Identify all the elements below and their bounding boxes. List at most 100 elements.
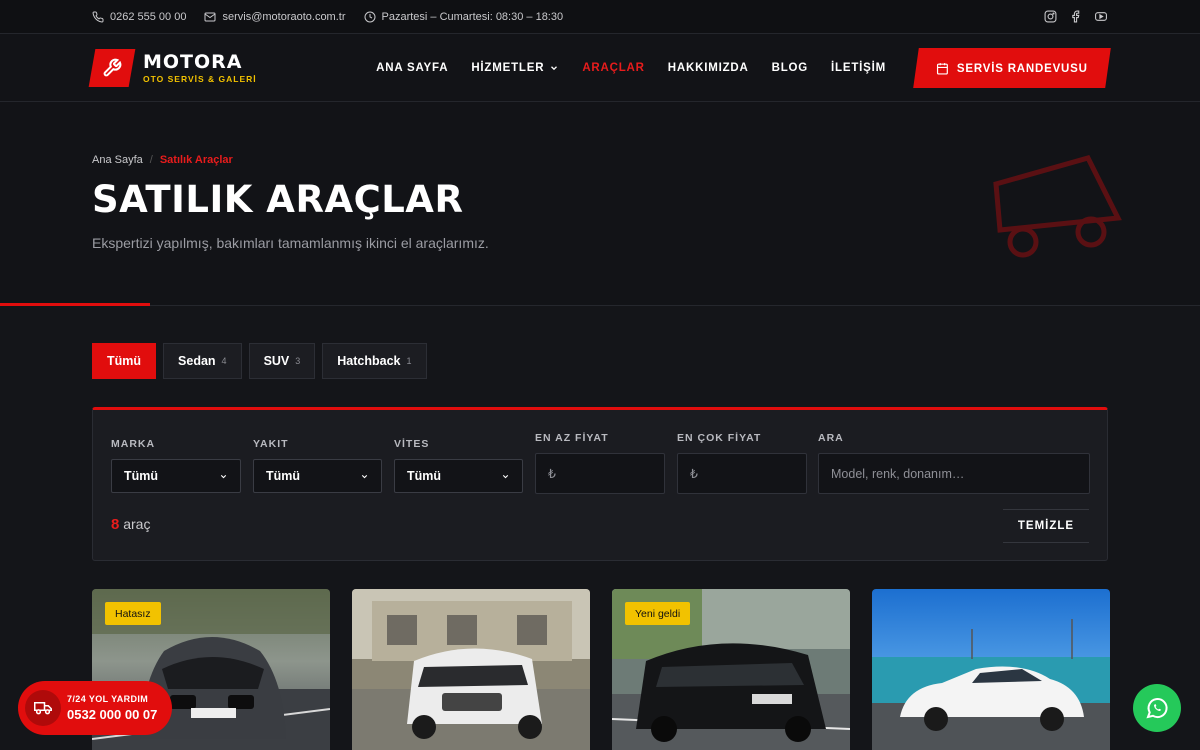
social-links: [1044, 10, 1108, 23]
phone-icon: [92, 10, 104, 22]
nav-label: ARAÇLAR: [582, 61, 645, 74]
whatsapp-button[interactable]: [1133, 684, 1181, 732]
instagram-icon[interactable]: [1044, 10, 1057, 23]
status-badge: Hatasız: [105, 602, 161, 625]
cta-label: SERVİS RANDEVUSU: [957, 61, 1088, 74]
tab-hatchback[interactable]: Hatchback 1: [322, 343, 427, 379]
breadcrumb: Ana Sayfa / Satılık Araçlar: [92, 154, 1108, 166]
car-card-3[interactable]: Yeni geldi: [612, 589, 850, 750]
nav-label: ANA SAYFA: [376, 61, 449, 74]
input-placeholder: ₺: [548, 467, 556, 481]
whatsapp-icon: [1146, 698, 1168, 719]
youtube-icon[interactable]: [1094, 10, 1108, 23]
nav-item-services[interactable]: HİZMETLER: [471, 62, 559, 74]
select-value: Tümü: [124, 469, 159, 483]
chevron-down-icon: [551, 65, 558, 70]
nav-label: BLOG: [771, 61, 809, 74]
car-photo: [352, 589, 590, 750]
search-label: ARA: [818, 432, 844, 444]
brand-select[interactable]: Tümü: [111, 459, 241, 493]
roadside-phone: 0532 000 00 07: [67, 707, 158, 722]
nav-item-vehicles[interactable]: ARAÇLAR: [582, 62, 644, 74]
select-value: Tümü: [266, 469, 301, 483]
gear-filter-label: VİTES: [394, 438, 430, 450]
facebook-icon[interactable]: [1069, 10, 1082, 23]
tab-label: Sedan: [178, 354, 216, 368]
page-subtitle: Ekspertizi yapılmış, bakımları tamamlanm…: [92, 235, 489, 251]
gear-select[interactable]: Tümü: [394, 459, 523, 493]
chevron-down-icon: [220, 474, 227, 478]
category-tabs: Tümü Sedan 4 SUV 3 Hatchback 1: [92, 343, 427, 379]
car-photo: [872, 589, 1110, 750]
service-appointment-button[interactable]: SERVİS RANDEVUSU: [913, 47, 1111, 88]
chevron-down-icon: [361, 474, 368, 478]
tab-count: 1: [406, 356, 412, 366]
result-count-number: 8: [111, 516, 120, 533]
nav-label: HAKKIMIZDA: [667, 61, 749, 74]
tow-truck-icon: [25, 690, 61, 726]
max-price-label: EN ÇOK FİYAT: [677, 432, 762, 444]
hero-accent-line: [0, 303, 150, 306]
hours-text: Pazartesi – Cumartesi: 08:30 – 18:30: [381, 10, 564, 23]
roadside-assistance-button[interactable]: 7/24 YOL YARDIM 0532 000 00 07: [18, 681, 172, 735]
brand-name: MOTORA: [143, 51, 243, 73]
breadcrumb-separator: /: [149, 154, 153, 166]
roadside-title: 7/24 YOL YARDIM: [67, 694, 149, 704]
search-input[interactable]: Model, renk, donanım…: [818, 453, 1090, 494]
tab-label: SUV: [263, 354, 290, 368]
hours-info: Pazartesi – Cumartesi: 08:30 – 18:30: [364, 10, 564, 23]
mail-icon: [204, 12, 216, 21]
calendar-icon: [937, 62, 949, 74]
breadcrumb-home[interactable]: Ana Sayfa: [92, 154, 143, 166]
car-card-4[interactable]: [872, 589, 1110, 750]
result-count: 8 araç: [111, 516, 150, 533]
nav-item-home[interactable]: ANA SAYFA: [376, 62, 448, 74]
phone-text: 0262 555 00 00: [110, 10, 187, 23]
input-placeholder: ₺: [690, 467, 698, 481]
phone-info[interactable]: 0262 555 00 00: [92, 11, 186, 23]
select-value: Tümü: [407, 469, 442, 483]
email-info[interactable]: servis@motoraoto.com.tr: [204, 10, 346, 23]
nav-label: İLETİŞİM: [831, 61, 886, 74]
tab-sedan[interactable]: Sedan 4: [163, 343, 242, 379]
min-price-label: EN AZ FİYAT: [535, 432, 609, 444]
tab-label: Hatchback: [337, 354, 401, 368]
top-bar: 0262 555 00 00 servis@motoraoto.com.tr P…: [0, 0, 1200, 34]
wrench-logo-mark: [88, 48, 136, 87]
nav-item-blog[interactable]: BLOG: [772, 62, 808, 74]
nav-item-contact[interactable]: İLETİŞİM: [831, 62, 886, 74]
min-price-filter: EN AZ FİYAT ₺: [535, 432, 665, 494]
input-placeholder: Model, renk, donanım…: [831, 466, 965, 481]
fuel-filter-label: YAKIT: [253, 438, 289, 450]
brand-filter: MARKA Tümü: [111, 438, 241, 493]
tab-suv[interactable]: SUV 3: [248, 343, 316, 379]
search-filter: ARA Model, renk, donanım…: [818, 432, 1090, 494]
nav-item-about[interactable]: HAKKIMIZDA: [668, 62, 749, 74]
fuel-filter: YAKIT Tümü: [253, 438, 382, 493]
max-price-input[interactable]: ₺: [677, 453, 807, 494]
page-hero: Ana Sayfa / Satılık Araçlar SATILIK ARAÇLA…: [0, 102, 1200, 306]
brand-filter-label: MARKA: [111, 438, 156, 450]
clear-filters-button[interactable]: TEMİZLE: [1003, 509, 1089, 543]
chevron-down-icon: [502, 474, 509, 478]
min-price-input[interactable]: ₺: [535, 453, 665, 494]
status-badge: Yeni geldi: [625, 602, 691, 625]
clock-icon: [364, 11, 375, 22]
gear-filter: VİTES Tümü: [394, 438, 523, 493]
main-nav: ANA SAYFA HİZMETLER ARAÇLAR HAKKIMIZDA B…: [376, 62, 886, 74]
main-header: MOTORA OTO SERVİS & GALERİ ANA SAYFA HİZ…: [0, 34, 1200, 102]
tab-label: Tümü: [107, 354, 142, 368]
page-title: SATILIK ARAÇLAR: [92, 178, 464, 221]
brand-logo[interactable]: MOTORA OTO SERVİS & GALERİ: [88, 48, 257, 87]
brand-tagline: OTO SERVİS & GALERİ: [143, 74, 257, 84]
fuel-select[interactable]: Tümü: [253, 459, 382, 493]
car-outline-icon: [993, 155, 1122, 258]
car-card-2[interactable]: [352, 589, 590, 750]
tab-count: 3: [295, 356, 301, 366]
filter-panel: MARKA Tümü YAKIT Tümü VİTES Tümü EN AZ F…: [92, 407, 1108, 561]
email-text: servis@motoraoto.com.tr: [222, 10, 346, 23]
breadcrumb-current: Satılık Araçlar: [159, 154, 233, 166]
result-count-unit: araç: [123, 516, 151, 532]
max-price-filter: EN ÇOK FİYAT ₺: [677, 432, 807, 494]
tab-all[interactable]: Tümü: [92, 343, 157, 379]
